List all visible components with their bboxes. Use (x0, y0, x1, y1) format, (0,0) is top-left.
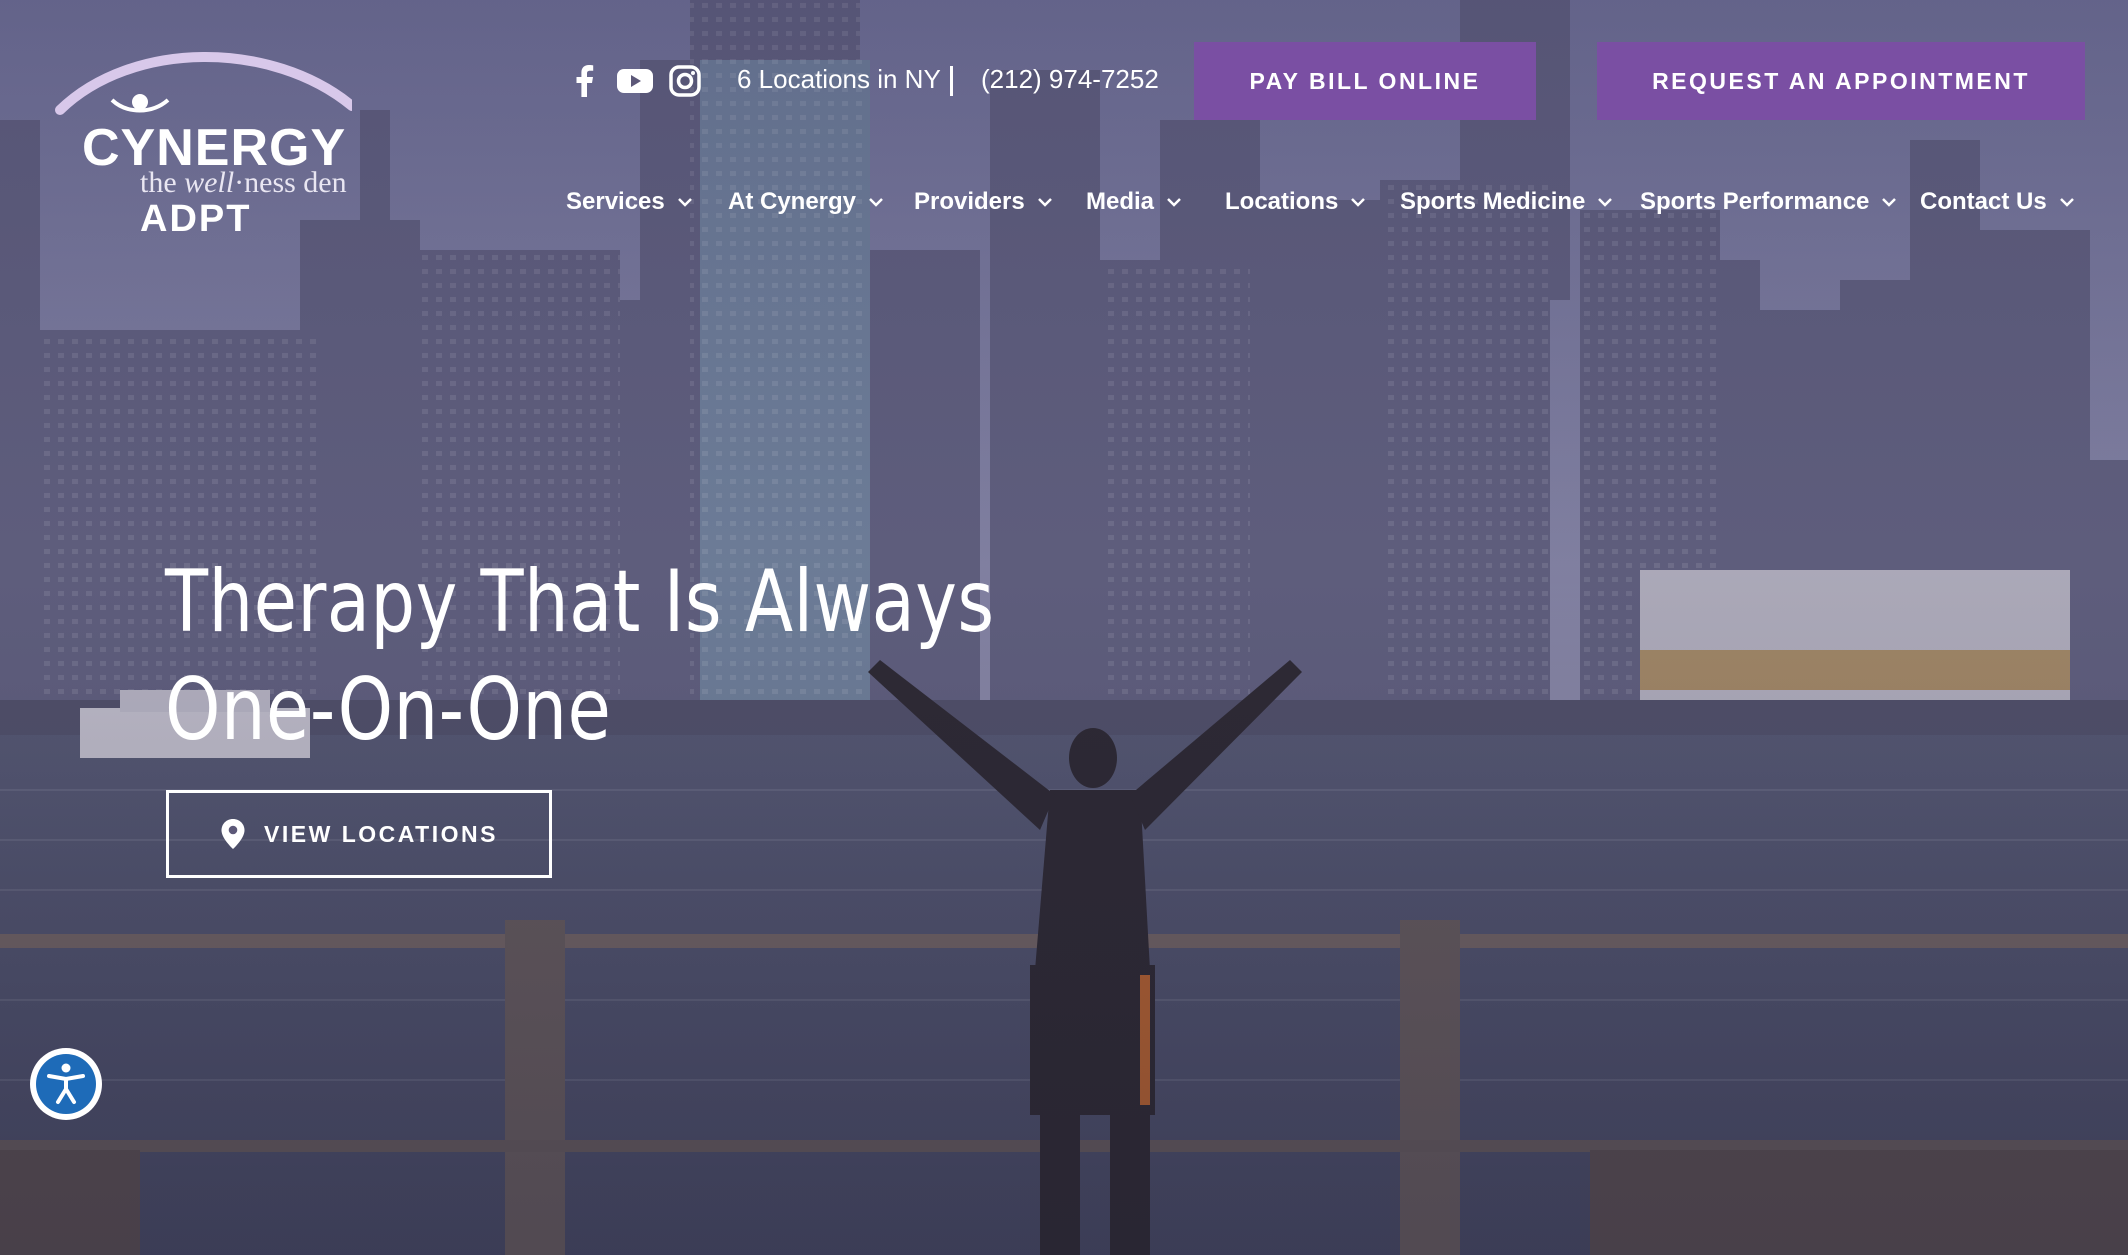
chevron-down-icon (1351, 198, 1366, 207)
nav-item-sports-performance[interactable]: Sports Performance (1640, 188, 1897, 216)
request-appointment-button[interactable]: REQUEST AN APPOINTMENT (1597, 42, 2085, 120)
chevron-down-icon (1598, 198, 1613, 207)
hero-headline-line-2: One-On-One (165, 660, 612, 760)
chevron-down-icon (1167, 198, 1181, 207)
nav-item-providers[interactable]: Providers (914, 188, 1053, 216)
nav-item-contact-us[interactable]: Contact Us (1920, 188, 2075, 216)
phone-link[interactable]: (212) 974-7252 (981, 64, 1159, 95)
hero-headline-line-1: Therapy That Is Always (165, 552, 995, 652)
accessibility-icon (47, 1063, 85, 1104)
view-locations-button[interactable]: VIEW LOCATIONS (166, 790, 552, 878)
nav-item-media[interactable]: Media (1086, 188, 1182, 216)
accessibility-button[interactable] (30, 1048, 102, 1120)
nav-item-locations[interactable]: Locations (1225, 188, 1366, 216)
top-bar: 6 Locations in NY (212) 974-7252 PAY BIL… (0, 0, 2128, 120)
hero-headline: Therapy That Is Always One-On-One (165, 548, 995, 764)
topbar-divider (950, 66, 953, 96)
nav-item-at-cynergy[interactable]: At Cynergy (728, 188, 884, 216)
instagram-icon[interactable] (668, 64, 702, 98)
chevron-down-icon (1882, 198, 1897, 207)
pay-bill-button[interactable]: PAY BILL ONLINE (1194, 42, 1536, 120)
youtube-icon[interactable] (616, 64, 654, 98)
facebook-icon[interactable] (568, 64, 602, 98)
map-pin-icon (221, 819, 245, 849)
view-locations-label: VIEW LOCATIONS (264, 820, 498, 847)
main-nav: Services At Cynergy Providers Media Loca… (0, 180, 2128, 230)
nav-item-sports-medicine[interactable]: Sports Medicine (1400, 188, 1613, 216)
chevron-down-icon (2059, 198, 2074, 207)
chevron-down-icon (677, 198, 692, 207)
chevron-down-icon (1037, 198, 1052, 207)
nav-item-services[interactable]: Services (566, 188, 693, 216)
chevron-down-icon (869, 198, 883, 207)
locations-link[interactable]: 6 Locations in NY (737, 64, 941, 95)
